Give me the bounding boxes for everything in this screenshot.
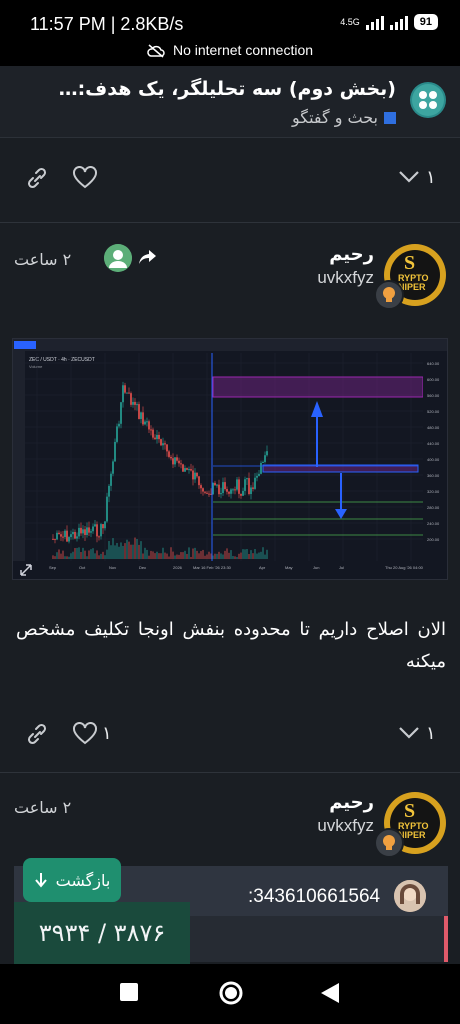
svg-text:Thu 20 Aug '26 04:00: Thu 20 Aug '26 04:00 [385,565,424,570]
chart-svg: ZEC / USDT · 4h · ZECUSDT Volume 640.00 6… [13,339,447,579]
svg-text:200.00: 200.00 [427,537,440,542]
post-progress-counter[interactable]: ۳۹۳۴ / ۳۸۷۶ [14,902,190,964]
post-time[interactable]: ۲ ساعت [14,250,71,269]
offline-text: No internet connection [172,42,314,58]
home-icon[interactable] [218,980,244,1006]
svg-text:Jun: Jun [313,565,319,570]
site-logo[interactable] [410,82,446,118]
cloud-off-icon [147,44,165,58]
recents-icon[interactable] [119,982,139,1002]
topic-category[interactable]: بحث و گفتگو [292,108,396,127]
post-header: S RYPTO NIPER رحیم uvkxfyz ۲ ساعت [0,244,460,324]
network-type: 4.5G [340,16,360,27]
android-nav-bar [0,964,460,1024]
svg-text:480.00: 480.00 [427,425,440,430]
svg-text:240.00: 240.00 [427,521,440,526]
svg-text:400.00: 400.00 [427,457,440,462]
topic-header[interactable]: (بخش دوم) سه تحلیلگر، یک هدف: سود گ... ب… [0,66,460,138]
svg-text:640.00: 640.00 [427,361,440,366]
svg-text:May: May [285,565,293,570]
prev-post-actions: ۱ [0,158,460,198]
svg-text:Mar 16 Feb '26 23:30: Mar 16 Feb '26 23:30 [193,565,232,570]
offline-banner: No internet connection [0,42,460,58]
svg-text:560.00: 560.00 [427,393,440,398]
svg-text:Nov: Nov [109,565,116,570]
svg-text:Sep: Sep [49,565,57,570]
post-time[interactable]: ۲ ساعت [14,798,71,817]
svg-text:2026: 2026 [173,565,183,570]
signal-2-icon [389,14,408,30]
replies-count[interactable]: ۱ [426,723,436,744]
reply-to-avatar[interactable] [104,244,132,272]
author-name[interactable]: رحیم [329,792,374,813]
back-nav-icon[interactable] [320,982,340,1004]
resistance-zone [212,376,424,398]
svg-text:600.00: 600.00 [427,377,440,382]
status-indicators: 4.5G 91 [340,14,438,30]
svg-text:280.00: 280.00 [427,505,440,510]
chart-image[interactable]: ZEC / USDT · 4h · ZECUSDT Volume 640.00 6… [12,338,448,580]
svg-text:Dec: Dec [139,565,146,570]
topic-title[interactable]: (بخش دوم) سه تحلیلگر، یک هدف: سود گ... [56,78,396,100]
chevron-down-icon[interactable] [398,170,420,184]
heart-icon[interactable] [72,166,98,190]
chart-symbol: ZEC / USDT · 4h · ZECUSDT [29,357,95,363]
svg-text:440.00: 440.00 [427,441,440,446]
like-count[interactable]: ۱ [102,723,112,744]
svg-text:520.00: 520.00 [427,409,440,414]
svg-text:Jul: Jul [339,565,344,570]
battery-icon: 91 [413,14,438,30]
divider [0,222,460,223]
reply-arrow-icon [139,250,156,264]
status-bar: 11:57 PM | 2.8KB/s 4.5G 91 No internet c… [0,0,460,66]
status-time: 11:57 PM | 2.8KB/s [30,14,184,34]
chart-indicator: Volume [29,364,43,369]
category-label: بحث و گفتگو [291,108,378,127]
arrow-down-icon [34,873,47,888]
link-icon[interactable] [24,166,50,190]
author-username[interactable]: uvkxfyz [317,816,374,836]
author-name[interactable]: رحیم [329,244,374,265]
heart-icon[interactable] [72,722,98,746]
author-username[interactable]: uvkxfyz [317,268,374,288]
post-body: الان اصلاح داریم تا محدوده بنفش اونجا تک… [16,619,446,672]
down-arrow-mark [335,473,347,519]
bulb-badge-icon [374,828,404,858]
svg-text:Oct: Oct [79,565,86,570]
reply-number: :343610661564 [248,886,381,907]
svg-text:320.00: 320.00 [427,489,440,494]
post-actions: ۱ ۱ [0,714,460,754]
back-label: بازگشت [55,870,111,890]
reply-user-avatar [394,880,426,912]
bulb-badge-icon [374,280,404,310]
replies-count[interactable]: ۱ [426,167,436,188]
back-button[interactable]: بازگشت [23,858,121,902]
category-color-icon [384,111,396,124]
link-icon[interactable] [24,722,50,746]
svg-text:Apr: Apr [259,565,266,570]
chevron-down-icon[interactable] [398,726,420,740]
divider [0,772,460,773]
svg-text:360.00: 360.00 [427,473,440,478]
signal-icon [365,14,384,30]
